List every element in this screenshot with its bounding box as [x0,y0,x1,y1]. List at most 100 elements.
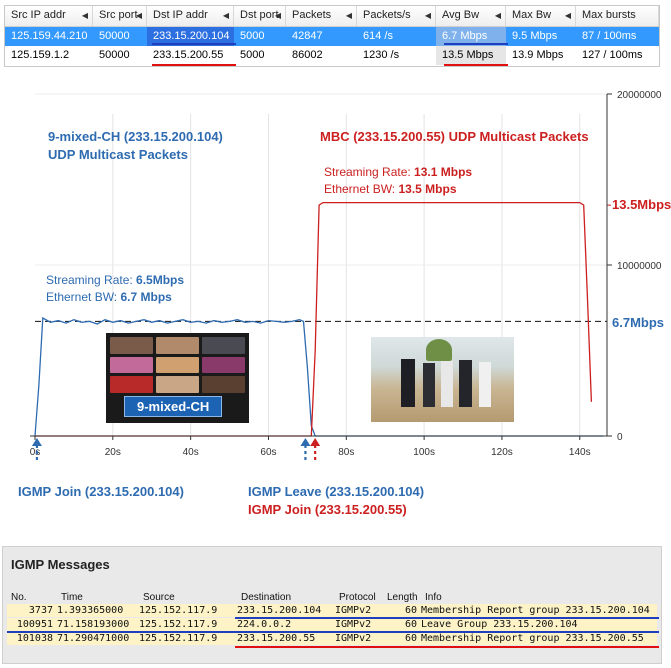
flow-statistics-table: Src IP addr ◀ Src port ◀ Dst IP addr ◀ Dst … [4,5,660,67]
cell-dst-port: 5000 [240,49,265,61]
x-tick-label: 100s [413,447,435,458]
left-title-line2: UDP Multicast Packets [48,147,188,162]
blue-underline [444,43,508,45]
blue-bw-label: Ethernet BW: [46,290,121,304]
col-label: Max Bw [512,9,552,21]
col-destination[interactable]: Destination [241,591,339,604]
igmp-panel-title: IGMP Messages [11,557,110,572]
col-src-port[interactable]: Src port ◀ [93,6,147,26]
table-row[interactable]: 125.159.1.2 50000 233.15.200.55 5000 860… [5,46,659,65]
col-source[interactable]: Source [143,591,241,604]
flow-table-header: Src IP addr ◀ Src port ◀ Dst IP addr ◀ Dst … [5,6,659,27]
thumb-tile [156,356,199,374]
pkt-protocol: IGMPv2 [335,605,372,616]
y-tick-label: 10000000 [617,261,662,272]
thumb-tree [426,339,452,361]
col-packets[interactable]: Packets ◀ [286,6,357,26]
col-label: Packets [292,9,332,21]
packet-row[interactable]: 3737 1.393365000 125.152.117.9 233.15.20… [7,604,657,617]
x-tick-label: 0s [30,447,41,458]
red-ethernet-bw: Ethernet BW: 13.5 Mbps [324,182,457,196]
red-streaming-rate: Streaming Rate: 13.1 Mbps [324,165,472,179]
col-src-ip[interactable]: Src IP addr ◀ [5,6,93,26]
col-time[interactable]: Time [61,591,143,604]
red-rate-value: 13.1 Mbps [414,165,473,179]
thumb-tile [156,376,199,393]
pkt-protocol: IGMPv2 [335,619,372,630]
col-dst-port[interactable]: Dst port ◀ [234,6,286,26]
blue-underline [235,617,659,619]
pkt-source: 125.152.117.9 [139,605,218,616]
event-igmp-join-blue: IGMP Join (233.15.200.104) [18,484,184,499]
y-tick-label: 20000000 [617,90,662,101]
pkt-no: 100951 [16,619,53,630]
pkt-source: 125.152.117.9 [139,633,218,644]
thumb-tile [202,376,245,393]
x-tick-label: 40s [183,447,199,458]
col-packets-per-sec[interactable]: Packets/s ◀ [357,6,436,26]
join-blue-marker-arrowhead-icon [31,438,42,446]
pkt-info: Membership Report group 233.15.200.55 [421,633,644,644]
thumb-figure [401,359,415,407]
red-rate-label: Streaming Rate: [324,165,415,179]
col-length[interactable]: Length [387,591,425,604]
thumb-tile [202,356,245,374]
sort-arrow-icon: ◀ [424,11,431,20]
col-info[interactable]: Info [425,591,657,604]
event-markers [31,438,321,460]
cell-dst-ip: 233.15.200.55 [153,49,224,61]
red-bw-label: Ethernet BW: [324,182,399,196]
cell-dst-port: 5000 [240,30,265,42]
pkt-length: 60 [404,605,417,616]
cell-packets-per-sec: 614 /s [363,30,393,42]
col-max-bursts[interactable]: Max bursts [576,6,659,26]
pkt-time: 71.290471000 [57,633,130,644]
ref-high-label: 13.5Mbps [612,197,671,212]
pkt-no: 101038 [16,633,53,644]
thumb-figure [441,361,453,407]
cell-max-bursts: 87 / 100ms [582,30,637,42]
col-label: Src IP addr [11,9,66,21]
event-igmp-leave-blue: IGMP Leave (233.15.200.104) [248,484,425,499]
join-red-marker-arrowhead-icon [310,438,321,446]
col-label: Dst port [240,9,279,21]
col-dst-ip[interactable]: Dst IP addr ◀ [147,6,234,26]
sort-arrow-icon: ◀ [494,11,501,20]
cell-max-bw: 13.9 Mbps [512,49,564,61]
col-no[interactable]: No. [7,591,61,604]
col-protocol[interactable]: Protocol [339,591,387,604]
pkt-destination: 233.15.200.104 [237,605,322,616]
pkt-destination: 233.15.200.55 [237,633,316,644]
cell-src-port: 50000 [99,30,130,42]
col-max-bw[interactable]: Max Bw ◀ [506,6,576,26]
sort-arrow-icon: ◀ [274,11,281,20]
sort-arrow-icon: ◀ [345,11,352,20]
pkt-protocol: IGMPv2 [335,633,372,644]
pkt-info: Leave Group 233.15.200.104 [421,619,578,630]
red-underline [152,64,236,66]
cell-max-bursts: 127 / 100ms [582,49,643,61]
blue-streaming-rate: Streaming Rate: 6.5Mbps [46,273,184,287]
thumbnail-mosaic [110,337,245,393]
thumb-tile [156,337,199,354]
pkt-length: 60 [404,619,417,630]
col-label: Dst IP addr [153,9,208,21]
cell-packets: 42847 [292,30,323,42]
packet-row[interactable]: 101038 71.290471000 125.152.117.9 233.15… [7,632,657,645]
event-igmp-join-red: IGMP Join (233.15.200.55) [248,502,407,517]
x-tick-label: 120s [491,447,513,458]
thumb-figure [479,362,491,407]
igmp-messages-panel: IGMP Messages No. Time Source Destinatio… [2,546,662,664]
blue-underline [7,631,659,633]
cell-max-bw: 9.5 Mbps [512,30,558,42]
pkt-no: 3737 [28,605,53,616]
pkt-destination: 224.0.0.2 [237,619,292,630]
table-row[interactable]: 125.159.44.210 50000 233.15.200.104 5000… [5,27,659,46]
cell-src-port: 50000 [99,49,130,61]
col-avg-bw[interactable]: Avg Bw ◀ [436,6,506,26]
red-underline [235,646,659,648]
thumbnail-label: 9-mixed-CH [124,396,223,417]
sort-arrow-icon: ◀ [222,11,229,20]
packet-row[interactable]: 100951 71.158193000 125.152.117.9 224.0.… [7,618,657,631]
cell-packets: 86002 [292,49,323,61]
